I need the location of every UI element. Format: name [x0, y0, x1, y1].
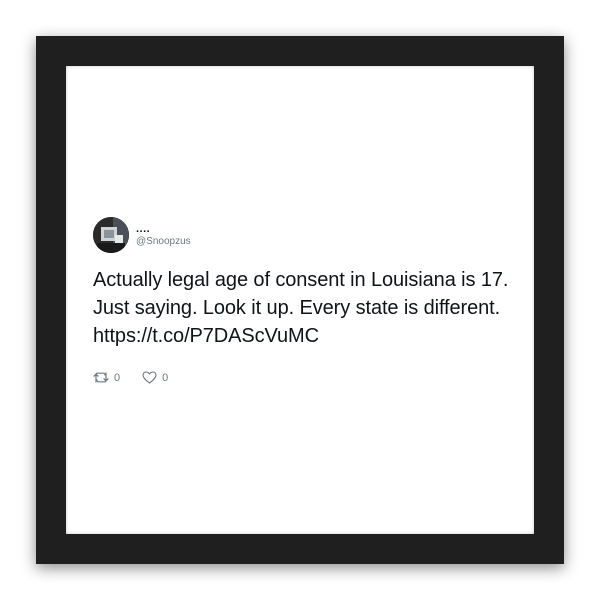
user-handle[interactable]: @Snoopzus	[136, 236, 191, 248]
tweet-card: .... @Snoopzus Actually legal age of con…	[93, 216, 513, 384]
tweet-author: .... @Snoopzus	[136, 223, 191, 247]
tweet-header: .... @Snoopzus	[93, 216, 513, 254]
tweet-text: Actually legal age of consent in Louisia…	[93, 269, 509, 347]
like-count: 0	[162, 371, 169, 384]
heart-icon	[142, 371, 157, 384]
retweet-button[interactable]: 0	[93, 371, 120, 384]
frame-mat: .... @Snoopzus Actually legal age of con…	[66, 66, 534, 534]
like-button[interactable]: 0	[142, 371, 168, 384]
tweet-actions: 0 0	[93, 371, 513, 384]
retweet-icon	[93, 371, 109, 384]
picture-frame: .... @Snoopzus Actually legal age of con…	[36, 36, 564, 564]
avatar[interactable]	[93, 217, 129, 253]
retweet-count: 0	[114, 371, 121, 384]
profile-photo-icon	[93, 217, 129, 253]
display-name[interactable]: ....	[136, 223, 191, 236]
